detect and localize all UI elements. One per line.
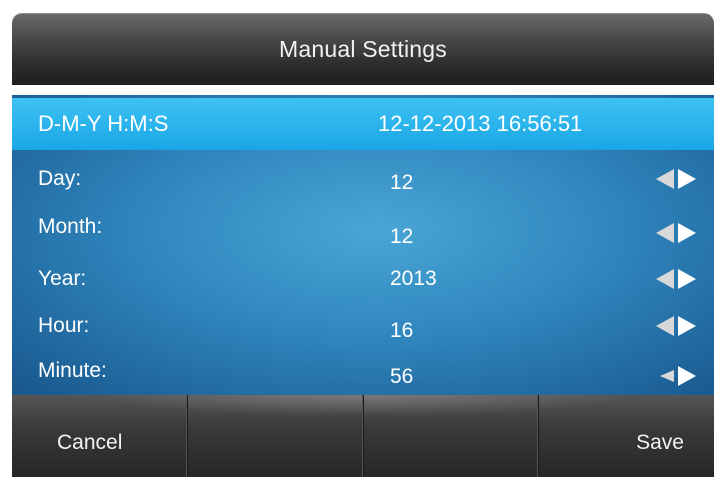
settings-list: D-M-Y H:M:S 12-12-2013 16:56:51 Day: 12 … — [12, 95, 714, 395]
month-label: Month: — [38, 215, 103, 238]
arrow-left-icon[interactable] — [656, 169, 674, 189]
year-value: 2013 — [390, 267, 437, 290]
hour-adjust-arrows[interactable] — [656, 316, 696, 336]
cancel-button-label: Cancel — [57, 431, 123, 454]
hour-label: Hour: — [38, 314, 90, 337]
arrow-right-icon[interactable] — [678, 169, 696, 189]
phone-screen: Manual Settings D-M-Y H:M:S 12-12-2013 1… — [0, 0, 724, 477]
arrow-left-icon[interactable] — [656, 316, 674, 336]
arrow-right-icon[interactable] — [678, 365, 696, 386]
page-title: Manual Settings — [12, 13, 714, 85]
day-row[interactable]: Day: 12 — [12, 155, 714, 203]
softkey-2-button[interactable] — [188, 395, 364, 477]
year-label: Year: — [38, 267, 87, 290]
day-adjust-arrows[interactable] — [656, 169, 696, 189]
month-adjust-arrows[interactable] — [656, 222, 696, 243]
month-row[interactable]: Month: 12 — [12, 203, 714, 251]
arrow-right-icon[interactable] — [678, 269, 696, 289]
softkey-3-button[interactable] — [364, 395, 540, 477]
arrow-left-icon[interactable] — [656, 222, 674, 243]
save-button-label: Save — [636, 431, 684, 454]
datetime-current-value: 12-12-2013 16:56:51 — [378, 111, 583, 136]
month-value: 12 — [390, 224, 414, 248]
year-adjust-arrows[interactable] — [656, 269, 696, 289]
arrow-right-icon[interactable] — [678, 222, 696, 243]
arrow-right-icon[interactable] — [678, 316, 696, 336]
datetime-format-label: D-M-Y H:M:S — [38, 111, 169, 136]
hour-value: 16 — [390, 318, 414, 342]
minute-label: Minute: — [38, 359, 107, 382]
arrow-left-icon[interactable] — [656, 269, 674, 289]
minute-adjust-arrows[interactable] — [660, 365, 696, 386]
day-value: 12 — [390, 170, 414, 194]
page-title-text: Manual Settings — [279, 35, 447, 62]
save-button[interactable]: Save — [539, 395, 714, 477]
hour-row[interactable]: Hour: 16 — [12, 302, 714, 350]
minute-value: 56 — [390, 364, 414, 388]
softkey-bar: Cancel Save — [12, 395, 714, 477]
minute-row[interactable]: Minute: 56 — [12, 347, 714, 395]
cancel-button[interactable]: Cancel — [12, 395, 188, 477]
day-label: Day: — [38, 167, 82, 190]
arrow-left-icon[interactable] — [660, 369, 674, 382]
datetime-format-row[interactable]: D-M-Y H:M:S 12-12-2013 16:56:51 — [12, 98, 714, 150]
year-row[interactable]: Year: 2013 — [12, 255, 714, 303]
